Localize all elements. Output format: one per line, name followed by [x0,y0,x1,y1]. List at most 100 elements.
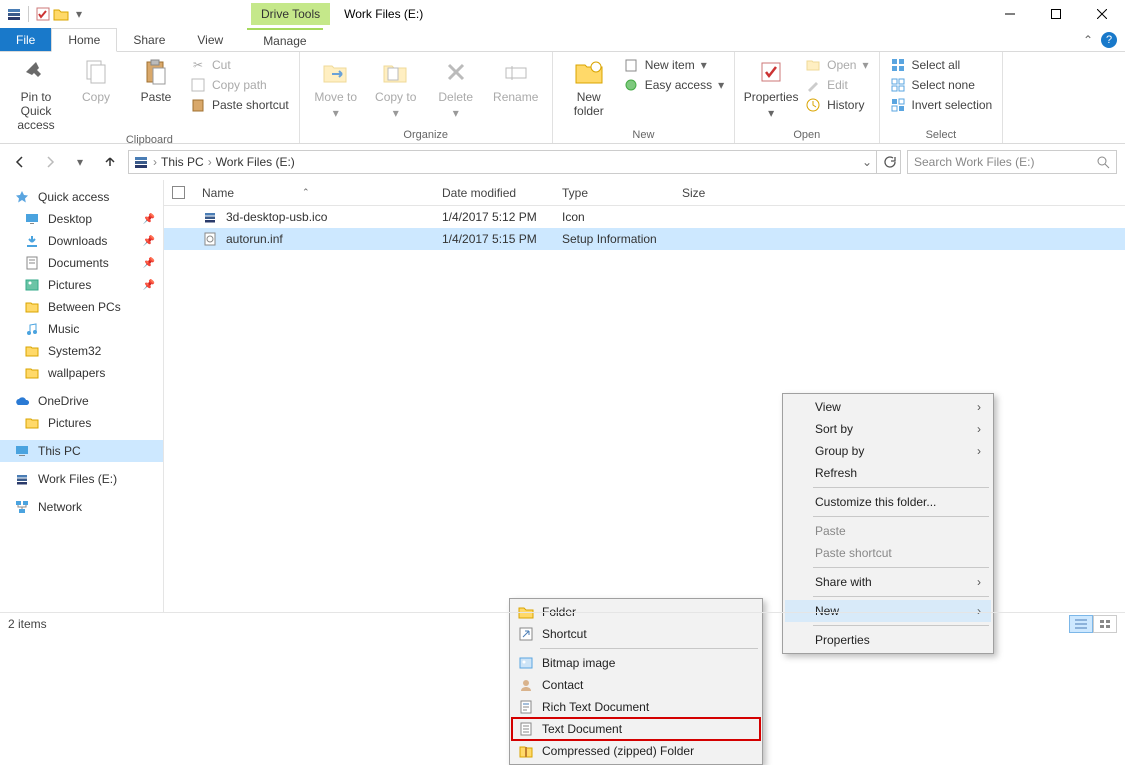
history-icon [805,97,821,113]
qat-newfolder-icon[interactable] [53,6,69,22]
nav-network[interactable]: Network [0,496,163,518]
maximize-button[interactable] [1033,0,1079,28]
new-folder-icon [573,56,605,88]
ctx-new-text[interactable]: Text Document [512,718,760,740]
music-icon [24,321,40,337]
nav-work-files[interactable]: Work Files (E:) [0,468,163,490]
crumb-this-pc[interactable]: This PC [161,155,204,169]
open-button[interactable]: Open ▾ [803,56,870,74]
ctx-refresh[interactable]: Refresh [785,462,991,484]
nav-quick-access[interactable]: Quick access [0,186,163,208]
view-details-button[interactable] [1069,615,1093,633]
edit-button[interactable]: Edit [803,76,870,94]
drive-icon [14,471,30,487]
search-icon [1096,155,1110,169]
help-icon[interactable]: ? [1101,32,1117,48]
content-pane[interactable]: Name⌃ Date modified Type Size 3d-desktop… [164,180,1125,612]
paste-shortcut-button[interactable]: Paste shortcut [188,96,291,114]
nav-between-pcs[interactable]: Between PCs [0,296,163,318]
select-none-button[interactable]: Select none [888,76,995,94]
col-date[interactable]: Date modified [434,186,554,200]
file-row[interactable]: autorun.inf 1/4/2017 5:15 PM Setup Infor… [164,228,1125,250]
ctx-sort-by[interactable]: Sort by› [785,418,991,440]
view-large-icons-button[interactable] [1093,615,1117,633]
ico-file-icon [202,209,218,225]
nav-onedrive[interactable]: OneDrive [0,390,163,412]
minimize-button[interactable] [987,0,1033,28]
ctx-view[interactable]: View› [785,396,991,418]
pin-icon: 📌 [143,258,155,269]
ctx-new-rtf[interactable]: Rich Text Document [512,696,760,718]
col-name[interactable]: Name⌃ [194,186,434,200]
history-button[interactable]: History [803,96,870,114]
search-input[interactable]: Search Work Files (E:) [907,150,1117,174]
ctx-group-by[interactable]: Group by› [785,440,991,462]
col-checkbox[interactable] [164,186,194,199]
addressbar-dropdown-icon[interactable]: ⌄ [862,155,872,169]
new-folder-button[interactable]: New folder [561,56,617,118]
ctx-share-with[interactable]: Share with› [785,571,991,593]
forward-button[interactable] [38,150,62,174]
downloads-icon [24,233,40,249]
chevron-right-icon: › [977,575,981,589]
back-button[interactable] [8,150,32,174]
copy-path-button[interactable]: Copy path [188,76,291,94]
ctx-paste-shortcut[interactable]: Paste shortcut [785,542,991,564]
nav-music[interactable]: Music [0,318,163,340]
col-size[interactable]: Size [674,186,754,200]
tab-view[interactable]: View [181,28,239,51]
copy-button[interactable]: Copy [68,56,124,104]
ctx-paste[interactable]: Paste [785,520,991,542]
nav-pictures[interactable]: Pictures📌 [0,274,163,296]
move-to-button[interactable]: Move to▾ [308,56,364,120]
network-icon [14,499,30,515]
tab-file[interactable]: File [0,28,51,51]
group-new: New [561,127,726,141]
nav-od-pictures[interactable]: Pictures [0,412,163,434]
chevron-right-icon: › [977,422,981,436]
nav-system32[interactable]: System32 [0,340,163,362]
ctx-new-bitmap[interactable]: Bitmap image [512,652,760,674]
close-button[interactable] [1079,0,1125,28]
delete-button[interactable]: Delete▾ [428,56,484,120]
nav-downloads[interactable]: Downloads📌 [0,230,163,252]
easy-access-button[interactable]: Easy access ▾ [621,76,726,94]
tab-share[interactable]: Share [117,28,181,51]
address-bar[interactable]: › This PC › Work Files (E:) ⌄ [128,150,877,174]
group-organize: Organize [308,127,544,141]
edit-icon [805,77,821,93]
properties-button[interactable]: Properties▾ [743,56,799,120]
tab-manage[interactable]: Manage [247,28,322,51]
ctx-new-zip[interactable]: Compressed (zipped) Folder [512,740,760,762]
rtf-icon [518,699,534,715]
paste-button[interactable]: Paste [128,56,184,104]
pin-to-quick-access-button[interactable]: Pin to Quick access [8,56,64,132]
file-row[interactable]: 3d-desktop-usb.ico 1/4/2017 5:12 PM Icon [164,206,1125,228]
qat-dropdown-icon[interactable]: ▾ [71,6,87,22]
navigation-pane: Quick access Desktop📌 Downloads📌 Documen… [0,180,164,612]
address-row: ▾ › This PC › Work Files (E:) ⌄ Search W… [0,144,1125,180]
folder-icon [24,343,40,359]
refresh-button[interactable] [877,150,901,174]
ribbon-tabs: File Home Share View Manage ⌃ ? [0,28,1125,52]
rename-button[interactable]: Rename [488,56,544,104]
up-button[interactable] [98,150,122,174]
column-headers: Name⌃ Date modified Type Size [164,180,1125,206]
crumb-drive[interactable]: Work Files (E:) [216,155,295,169]
new-item-button[interactable]: New item ▾ [621,56,726,74]
tab-home[interactable]: Home [51,28,117,52]
nav-wallpapers[interactable]: wallpapers [0,362,163,384]
copy-to-button[interactable]: Copy to▾ [368,56,424,120]
recent-locations-button[interactable]: ▾ [68,150,92,174]
nav-documents[interactable]: Documents📌 [0,252,163,274]
ctx-customize[interactable]: Customize this folder... [785,491,991,513]
invert-selection-button[interactable]: Invert selection [888,96,995,114]
collapse-ribbon-icon[interactable]: ⌃ [1083,33,1093,47]
col-type[interactable]: Type [554,186,674,200]
nav-this-pc[interactable]: This PC [0,440,163,462]
qat-properties-icon[interactable] [35,6,51,22]
select-all-button[interactable]: Select all [888,56,995,74]
nav-desktop[interactable]: Desktop📌 [0,208,163,230]
ctx-new-contact[interactable]: Contact [512,674,760,696]
cut-button[interactable]: ✂Cut [188,56,291,74]
